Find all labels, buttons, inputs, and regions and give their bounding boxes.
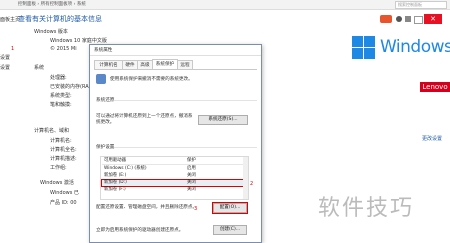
watermark-text: 软件技巧 [318, 196, 415, 221]
create-button[interactable]: 创建(C)... [213, 225, 247, 235]
restore-text: 可以通过将计算机还原到上一个还原点，撤消系统更改。 [96, 114, 193, 125]
top-icons: ✕ [380, 14, 445, 26]
header-drive: 可用驱动器 [104, 158, 126, 163]
edition-name: Windows 10 家庭中文版 [50, 38, 107, 44]
system-label: 处理器: [50, 75, 67, 81]
drive-name: 新加卷 (D:) [104, 180, 127, 185]
table-row[interactable]: 新加卷 (F:) 关闭 [102, 187, 247, 193]
restore-group-line [114, 100, 257, 101]
minimize-icon[interactable] [414, 16, 423, 24]
header-protection: 保护 [187, 158, 196, 163]
system-restore-button[interactable]: 系统还原(S)... [198, 115, 248, 125]
create-text: 立即为启用系统保护的驱动器创建还原点。 [96, 228, 184, 233]
table-header: 可用驱动器 保护 [102, 158, 247, 165]
drive-status: 关闭 [187, 187, 196, 192]
computer-label: 计算机名: [50, 138, 72, 144]
windows-logo-icon [352, 36, 376, 60]
section-system: 系统 [34, 65, 45, 71]
restore-group-label: 系统还原 [96, 98, 115, 103]
user-icon[interactable] [396, 16, 402, 22]
sidebar-marker: 1 [11, 46, 15, 52]
breadcrumb[interactable]: 控制面板 › 所有控制面板项 › 系统 [18, 1, 86, 7]
section-edition: Windows 版本 [34, 29, 68, 35]
configure-button[interactable]: 配置(O)... [212, 202, 248, 214]
scrollbar[interactable] [243, 157, 248, 199]
lenovo-logo: Lenovo [420, 82, 450, 92]
config-text: 配置还原设置、管理磁盘空间，并且删除还原点。 [96, 205, 198, 210]
product-id: 产品 ID: 00 [50, 200, 77, 206]
sidebar: 面板主页 1 设置 设置 [0, 14, 20, 74]
dialog-titlebar: 系统属性 [90, 45, 261, 56]
table-row[interactable]: 新加卷 (E:) 关闭 [102, 173, 247, 179]
computer-label: 工作组: [50, 165, 67, 171]
app-icon[interactable] [380, 15, 392, 23]
section-computer: 计算机名、域和 [34, 128, 70, 134]
drive-name: 新加卷 (F:) [104, 187, 126, 192]
page-title: 查看有关计算机的基本信息 [18, 15, 102, 23]
computer-label: 计算机描述: [50, 156, 77, 162]
drive-table: 可用驱动器 保护 Windows (C:) (系统) 启用 新加卷 (E:) 关… [100, 156, 249, 200]
system-label: 笔和触摸: [50, 102, 72, 108]
dialog-title: 系统属性 [94, 48, 113, 53]
copyright: © 2015 Mi [50, 46, 77, 52]
window-titlebar: 控制面板 › 所有控制面板项 › 系统 搜索控制面板 [0, 0, 450, 10]
marker-3: 3 [194, 206, 198, 212]
menu-icon[interactable] [405, 16, 411, 22]
sidebar-item[interactable]: 设置 [0, 64, 10, 71]
activation-text: Windows 已 [50, 190, 79, 196]
close-icon[interactable]: ✕ [424, 14, 442, 24]
change-settings-link[interactable]: 更改设置 [422, 135, 442, 142]
drive-status: 启用 [187, 166, 196, 171]
shield-icon [96, 74, 106, 84]
search-input[interactable]: 搜索控制面板 [395, 1, 447, 9]
system-properties-dialog: 系统属性 计算机名 硬件 高级 系统保护 远程 使用系统保护来撤消不需要的系统更… [89, 44, 262, 243]
table-row-selected[interactable]: 新加卷 (D:) 关闭 [101, 179, 248, 187]
system-label: 系统类型: [50, 93, 72, 99]
computer-label: 计算机全名: [50, 147, 77, 153]
table-row[interactable]: Windows (C:) (系统) 启用 [102, 166, 247, 172]
drive-status: 关闭 [187, 180, 196, 185]
intro-text: 使用系统保护来撤消不需要的系统更改。 [110, 77, 193, 82]
tab-divider [94, 69, 257, 70]
sidebar-item[interactable]: 面板主页 [0, 16, 20, 23]
marker-2: 2 [250, 181, 254, 187]
windows-logo-text: Windows [380, 37, 450, 57]
section-activation: Windows 激活 [40, 180, 74, 186]
drive-name: 新加卷 (E:) [104, 173, 127, 178]
drive-status: 关闭 [187, 173, 196, 178]
sidebar-item[interactable]: 设置 [0, 54, 10, 61]
drive-name: Windows (C:) (系统) [104, 166, 147, 171]
protect-group-line [114, 147, 257, 148]
protect-group-label: 保护设置 [96, 145, 115, 150]
